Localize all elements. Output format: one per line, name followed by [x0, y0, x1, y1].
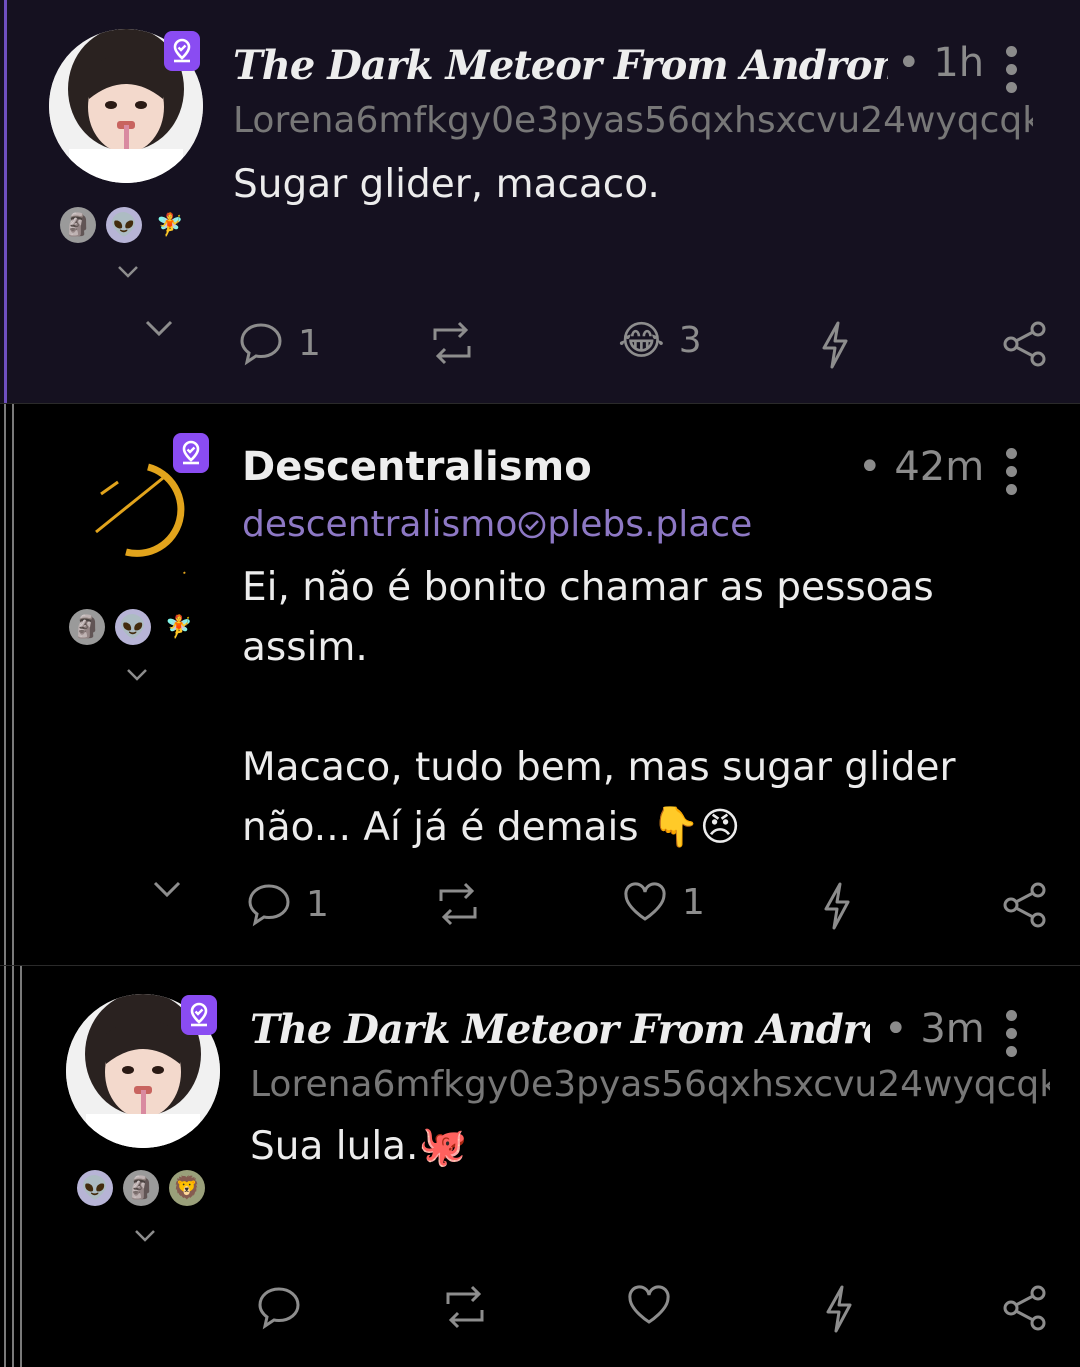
- reactor-avatar: 🧚: [165, 614, 193, 640]
- reply-button[interactable]: 1: [246, 881, 329, 927]
- repost-icon: [439, 882, 477, 926]
- share-icon: [1003, 1285, 1046, 1331]
- action-bar: 1 1: [0, 881, 1080, 941]
- more-dots-icon[interactable]: [1006, 1010, 1018, 1064]
- zap-button[interactable]: [822, 1284, 856, 1334]
- reply-count: 1: [306, 883, 329, 925]
- like-count: 1: [682, 881, 705, 923]
- reaction-emoji: 😂: [618, 317, 665, 364]
- expand-chevron[interactable]: [153, 881, 181, 899]
- like-icon: [628, 1285, 670, 1324]
- note-card-3[interactable]: 👽 🗿 🦁 The Dark Meteor From Androm… • 3m …: [0, 966, 1080, 1367]
- author-handle[interactable]: Lorena6mfkgy0e3pyas56qxhsxcvu24wyqcqk…: [250, 1064, 1050, 1105]
- reply-button[interactable]: 1: [238, 320, 321, 366]
- action-bar: [0, 1284, 1080, 1344]
- verified-badge-icon: [173, 433, 209, 473]
- note-content: Sua lula.🐙: [250, 1124, 468, 1169]
- reactor-avatar: 🧚: [156, 212, 184, 238]
- like-button[interactable]: 1: [622, 881, 705, 923]
- reactor-avatars[interactable]: 👽 🗿 🦁: [77, 1170, 205, 1206]
- verified-badge-icon: [181, 995, 217, 1035]
- handle-domain: plebs.place: [547, 504, 753, 545]
- nip05-handle[interactable]: descentralismo plebs.place: [242, 504, 1042, 545]
- reply-icon: [248, 884, 290, 927]
- zap-icon: [824, 882, 850, 930]
- repost-button[interactable]: [431, 881, 485, 927]
- chevron-down-icon[interactable]: [117, 265, 139, 279]
- verified-check-icon: [519, 511, 546, 539]
- note-card-1[interactable]: 🗿 👽 🧚 The Dark Meteor From Andromed… • 1…: [0, 0, 1080, 404]
- note-card-2[interactable]: 🗿 👽 🧚 Descentralismo • 42m descentralism…: [0, 404, 1080, 966]
- handle-local: descentralismo: [242, 504, 518, 545]
- timestamp: • 42m: [858, 444, 985, 490]
- reactor-avatars[interactable]: 🗿 👽 🧚: [60, 207, 188, 243]
- more-dots-icon[interactable]: [1006, 46, 1018, 100]
- timestamp-value: 3m: [920, 1006, 985, 1052]
- like-icon: [624, 882, 666, 921]
- repost-button[interactable]: [425, 320, 479, 366]
- timestamp: • 1h: [897, 40, 985, 86]
- reactor-avatar: 🗿: [69, 609, 105, 645]
- reactor-avatar: 🦁: [169, 1170, 205, 1206]
- expand-chevron[interactable]: [145, 320, 173, 338]
- reactor-avatars[interactable]: 🗿 👽 🧚: [69, 609, 197, 645]
- timestamp: • 3m: [884, 1006, 985, 1052]
- reply-button[interactable]: [256, 1284, 302, 1330]
- reactor-avatar: 🗿: [60, 207, 96, 243]
- note-content: Sugar glider, macaco.: [233, 162, 660, 207]
- chevron-down-icon: [145, 320, 173, 337]
- share-button[interactable]: [1002, 881, 1048, 929]
- timestamp-value: 42m: [894, 444, 985, 490]
- chevron-down-icon: [153, 881, 181, 898]
- author-name[interactable]: The Dark Meteor From Androm…: [250, 1006, 870, 1053]
- share-icon: [1003, 882, 1046, 928]
- share-button[interactable]: [1002, 1284, 1048, 1332]
- chevron-down-icon[interactable]: [126, 668, 148, 682]
- zap-button[interactable]: [820, 881, 854, 931]
- repost-icon: [446, 1285, 484, 1329]
- reply-icon: [240, 323, 282, 366]
- reaction-count: 3: [678, 320, 702, 361]
- chevron-down-icon[interactable]: [134, 1229, 156, 1243]
- like-button[interactable]: [626, 1284, 672, 1326]
- reactor-avatar: 🗿: [123, 1170, 159, 1206]
- verified-badge-icon: [164, 31, 200, 71]
- more-dots-icon[interactable]: [1006, 448, 1018, 502]
- reactor-avatar: 👽: [77, 1170, 113, 1206]
- author-name[interactable]: Descentralismo: [242, 444, 842, 490]
- author-name[interactable]: The Dark Meteor From Andromed…: [233, 42, 888, 89]
- share-button[interactable]: [1002, 320, 1048, 368]
- timestamp-value: 1h: [933, 40, 985, 86]
- share-icon: [1003, 321, 1046, 367]
- reaction-button[interactable]: 😂 3: [618, 320, 702, 361]
- reply-count: 1: [298, 322, 321, 364]
- repost-icon: [433, 321, 471, 365]
- reactor-avatar: 👽: [115, 609, 151, 645]
- note-content: Ei, não é bonito chamar as pessoas assim…: [242, 565, 956, 850]
- zap-icon: [822, 321, 848, 369]
- reactor-avatar: 👽: [106, 207, 142, 243]
- author-handle[interactable]: Lorena6mfkgy0e3pyas56qxhsxcvu24wyqcqk…: [233, 100, 1033, 141]
- zap-button[interactable]: [818, 320, 852, 370]
- zap-icon: [826, 1285, 852, 1333]
- repost-button[interactable]: [438, 1284, 492, 1330]
- action-bar: 1 😂 3: [0, 320, 1080, 380]
- reply-icon: [258, 1287, 300, 1330]
